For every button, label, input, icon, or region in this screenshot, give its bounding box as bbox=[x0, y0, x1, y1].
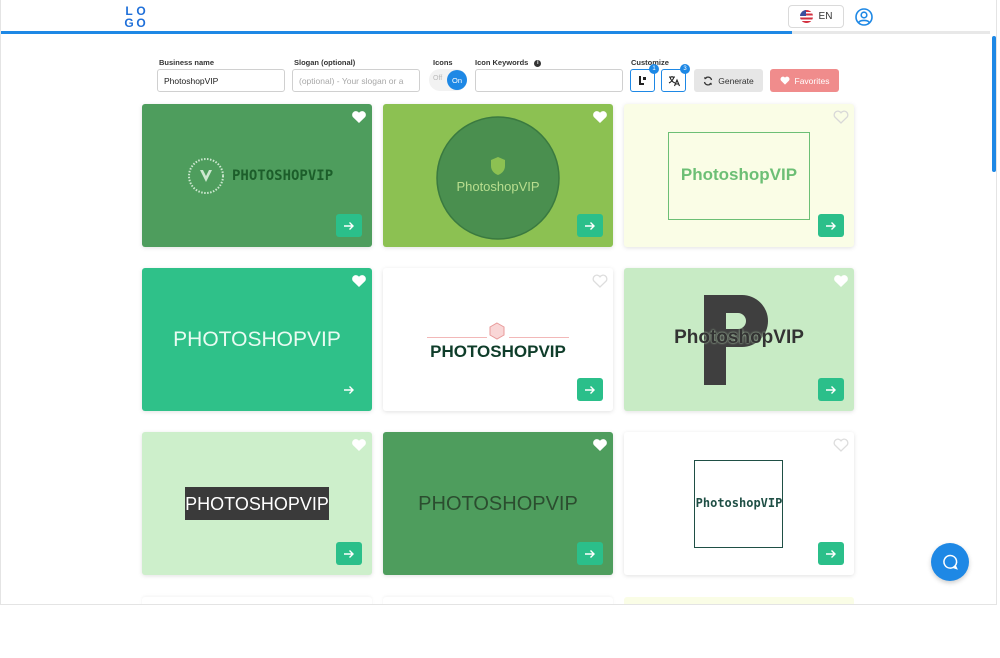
business-name-label: Business name bbox=[159, 58, 215, 67]
logo-preview-text: PhotoshopVIP bbox=[695, 496, 783, 510]
generate-label: Generate bbox=[718, 75, 754, 86]
top-bar: L O G O EN bbox=[1, 0, 996, 34]
arrow-right-icon bbox=[585, 385, 595, 394]
site-logo[interactable]: L O G O bbox=[123, 5, 147, 29]
heart-icon bbox=[780, 76, 790, 85]
heart-icon[interactable] bbox=[351, 438, 367, 452]
arrow-right-icon bbox=[344, 221, 354, 230]
logo-card[interactable]: PhotoshopVIP bbox=[624, 104, 854, 247]
arrow-right-icon bbox=[826, 221, 836, 230]
favorites-button[interactable]: Favorites bbox=[770, 69, 839, 92]
progress-fill bbox=[1, 31, 792, 34]
language-selector[interactable]: EN bbox=[788, 5, 844, 28]
divider-line-right bbox=[509, 337, 569, 338]
logo-card[interactable]: PHOTOSHOPVIP bbox=[142, 268, 372, 411]
language-badge: 3 bbox=[680, 64, 690, 74]
us-flag-icon bbox=[799, 10, 813, 23]
open-logo-button[interactable] bbox=[818, 378, 844, 401]
heart-icon[interactable] bbox=[592, 110, 608, 124]
favorites-label: Favorites bbox=[794, 75, 830, 86]
logo-card[interactable]: PhotoshopVIP bbox=[624, 432, 854, 575]
translate-icon bbox=[668, 75, 680, 86]
logo-preview-text: PHOTOSHOPVIP bbox=[232, 168, 334, 184]
heart-icon[interactable] bbox=[592, 438, 608, 452]
business-name-input[interactable]: PhotoshopVIP bbox=[157, 69, 285, 92]
icon-keywords-label: Icon Keywords bbox=[475, 58, 529, 67]
progress-bar bbox=[1, 31, 990, 34]
heart-icon[interactable] bbox=[351, 274, 367, 288]
language-label: EN bbox=[818, 11, 833, 22]
icon-keywords-label-wrap: Icon Keywords i bbox=[475, 58, 542, 67]
logo-card[interactable]: PHOTOSHOPVIP bbox=[142, 432, 372, 575]
heart-icon[interactable] bbox=[833, 438, 849, 452]
open-logo-button[interactable] bbox=[818, 542, 844, 565]
logo-preview-text: PHOTOSHOPVIP bbox=[173, 328, 341, 351]
icon-keywords-input[interactable] bbox=[475, 69, 623, 92]
account-icon[interactable] bbox=[855, 8, 873, 26]
heart-icon[interactable] bbox=[833, 274, 849, 288]
generate-button[interactable]: Generate bbox=[694, 69, 763, 92]
logo-card-partial[interactable] bbox=[624, 597, 854, 604]
logo-card-partial[interactable] bbox=[142, 597, 372, 604]
logo-card[interactable]: PHOTOSHOPVIP bbox=[383, 432, 613, 575]
arrow-right-icon bbox=[585, 221, 595, 230]
logo-card[interactable]: PhotoshopVIP bbox=[624, 268, 854, 411]
hexagon-icon bbox=[489, 322, 505, 340]
toggle-off-label: Off bbox=[433, 75, 443, 82]
chat-bubble-icon bbox=[943, 554, 958, 570]
info-icon[interactable]: i bbox=[534, 59, 542, 67]
customize-font-button[interactable]: 1 bbox=[630, 64, 659, 92]
refresh-icon bbox=[704, 75, 713, 86]
heart-icon[interactable] bbox=[833, 110, 849, 124]
logo-card[interactable]: PhotoshopVIP bbox=[383, 104, 613, 247]
logo-preview-text: PhotoshopVIP bbox=[674, 327, 804, 348]
logo-letter: G bbox=[124, 16, 134, 30]
open-logo-button[interactable] bbox=[336, 542, 362, 565]
toggle-on-label: On bbox=[447, 70, 467, 90]
customize-language-button[interactable]: 3 bbox=[661, 64, 690, 92]
open-logo-button[interactable] bbox=[336, 214, 362, 237]
logo-preview-text: PhotoshopVIP bbox=[456, 179, 540, 194]
arrow-right-icon bbox=[826, 385, 836, 394]
heart-icon[interactable] bbox=[351, 110, 367, 124]
arrow-right-icon bbox=[826, 549, 836, 558]
open-logo-button[interactable] bbox=[818, 214, 844, 237]
scrollbar-thumb[interactable] bbox=[992, 36, 996, 172]
chat-button[interactable] bbox=[931, 543, 969, 581]
logo-preview-text: PhotoshopVIP bbox=[680, 165, 798, 184]
arrow-right-icon bbox=[585, 549, 595, 558]
logo-preview-text: PHOTOSHOPVIP bbox=[430, 342, 566, 361]
font-badge: 1 bbox=[649, 64, 659, 74]
logo-preview-text: PHOTOSHOPVIP bbox=[418, 493, 578, 515]
open-logo-button[interactable] bbox=[577, 542, 603, 565]
open-logo-button[interactable] bbox=[577, 214, 603, 237]
icons-label: Icons bbox=[433, 58, 453, 67]
circle-frame-shape bbox=[436, 116, 560, 240]
icons-toggle[interactable]: Off On bbox=[429, 69, 467, 91]
logo-preview-text: PHOTOSHOPVIP bbox=[185, 494, 329, 514]
arrow-right-icon bbox=[344, 549, 354, 558]
open-logo-button[interactable] bbox=[577, 378, 603, 401]
logo-card[interactable]: PHOTOSHOPVIP bbox=[383, 268, 613, 411]
logo-letter: O bbox=[136, 16, 146, 30]
heart-icon[interactable] bbox=[592, 274, 608, 288]
logo-card[interactable]: PHOTOSHOPVIP bbox=[142, 104, 372, 247]
slogan-input[interactable]: (optional) - Your slogan or a bbox=[292, 69, 420, 92]
arrow-right-icon bbox=[344, 385, 354, 394]
font-style-icon bbox=[639, 76, 646, 85]
logo-card-partial[interactable] bbox=[383, 597, 613, 604]
slogan-label: Slogan (optional) bbox=[294, 58, 356, 67]
open-logo-button[interactable] bbox=[336, 378, 362, 401]
app-window: L O G O EN Business name Slogan (optiona… bbox=[0, 0, 997, 605]
shield-icon bbox=[491, 157, 505, 175]
divider-line-left bbox=[427, 337, 487, 338]
circular-emblem-icon bbox=[188, 158, 224, 194]
